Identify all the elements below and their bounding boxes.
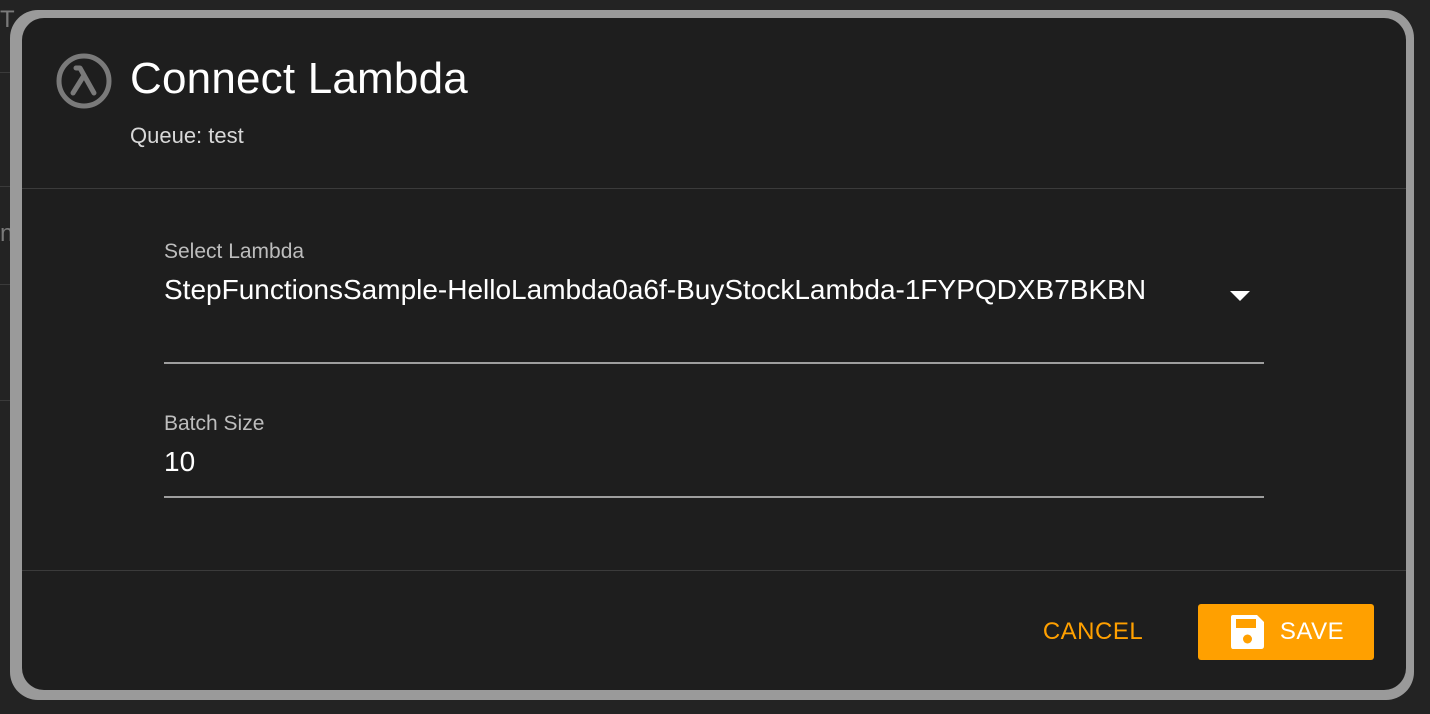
lambda-select-label: Select Lambda (164, 240, 305, 263)
save-button[interactable]: SAVE (1198, 604, 1374, 660)
lambda-select-underline (164, 362, 1264, 364)
lambda-icon (56, 53, 112, 109)
cancel-button[interactable]: CANCEL (1030, 604, 1156, 660)
batch-size-label: Batch Size (164, 412, 265, 435)
lambda-select-value[interactable]: StepFunctionsSample-HelloLambda0a6f-BuyS… (164, 272, 1264, 308)
batch-size-input[interactable]: 10 (164, 444, 1264, 480)
lambda-select[interactable]: Select Lambda StepFunctionsSample-HelloL… (164, 240, 1264, 364)
dialog-title: Connect Lambda (130, 54, 468, 103)
header-divider (22, 188, 1406, 189)
footer-divider (22, 570, 1406, 571)
floppy-disk-icon (1230, 615, 1264, 649)
dropdown-arrow-icon[interactable] (1230, 291, 1250, 301)
connect-lambda-dialog: Connect Lambda Queue: test Select Lambda… (22, 18, 1406, 690)
batch-size-underline (164, 496, 1264, 498)
batch-size-field[interactable]: Batch Size 10 (164, 412, 1264, 500)
dialog-subtitle: Queue: test (130, 123, 244, 148)
save-button-label: SAVE (1279, 618, 1345, 645)
